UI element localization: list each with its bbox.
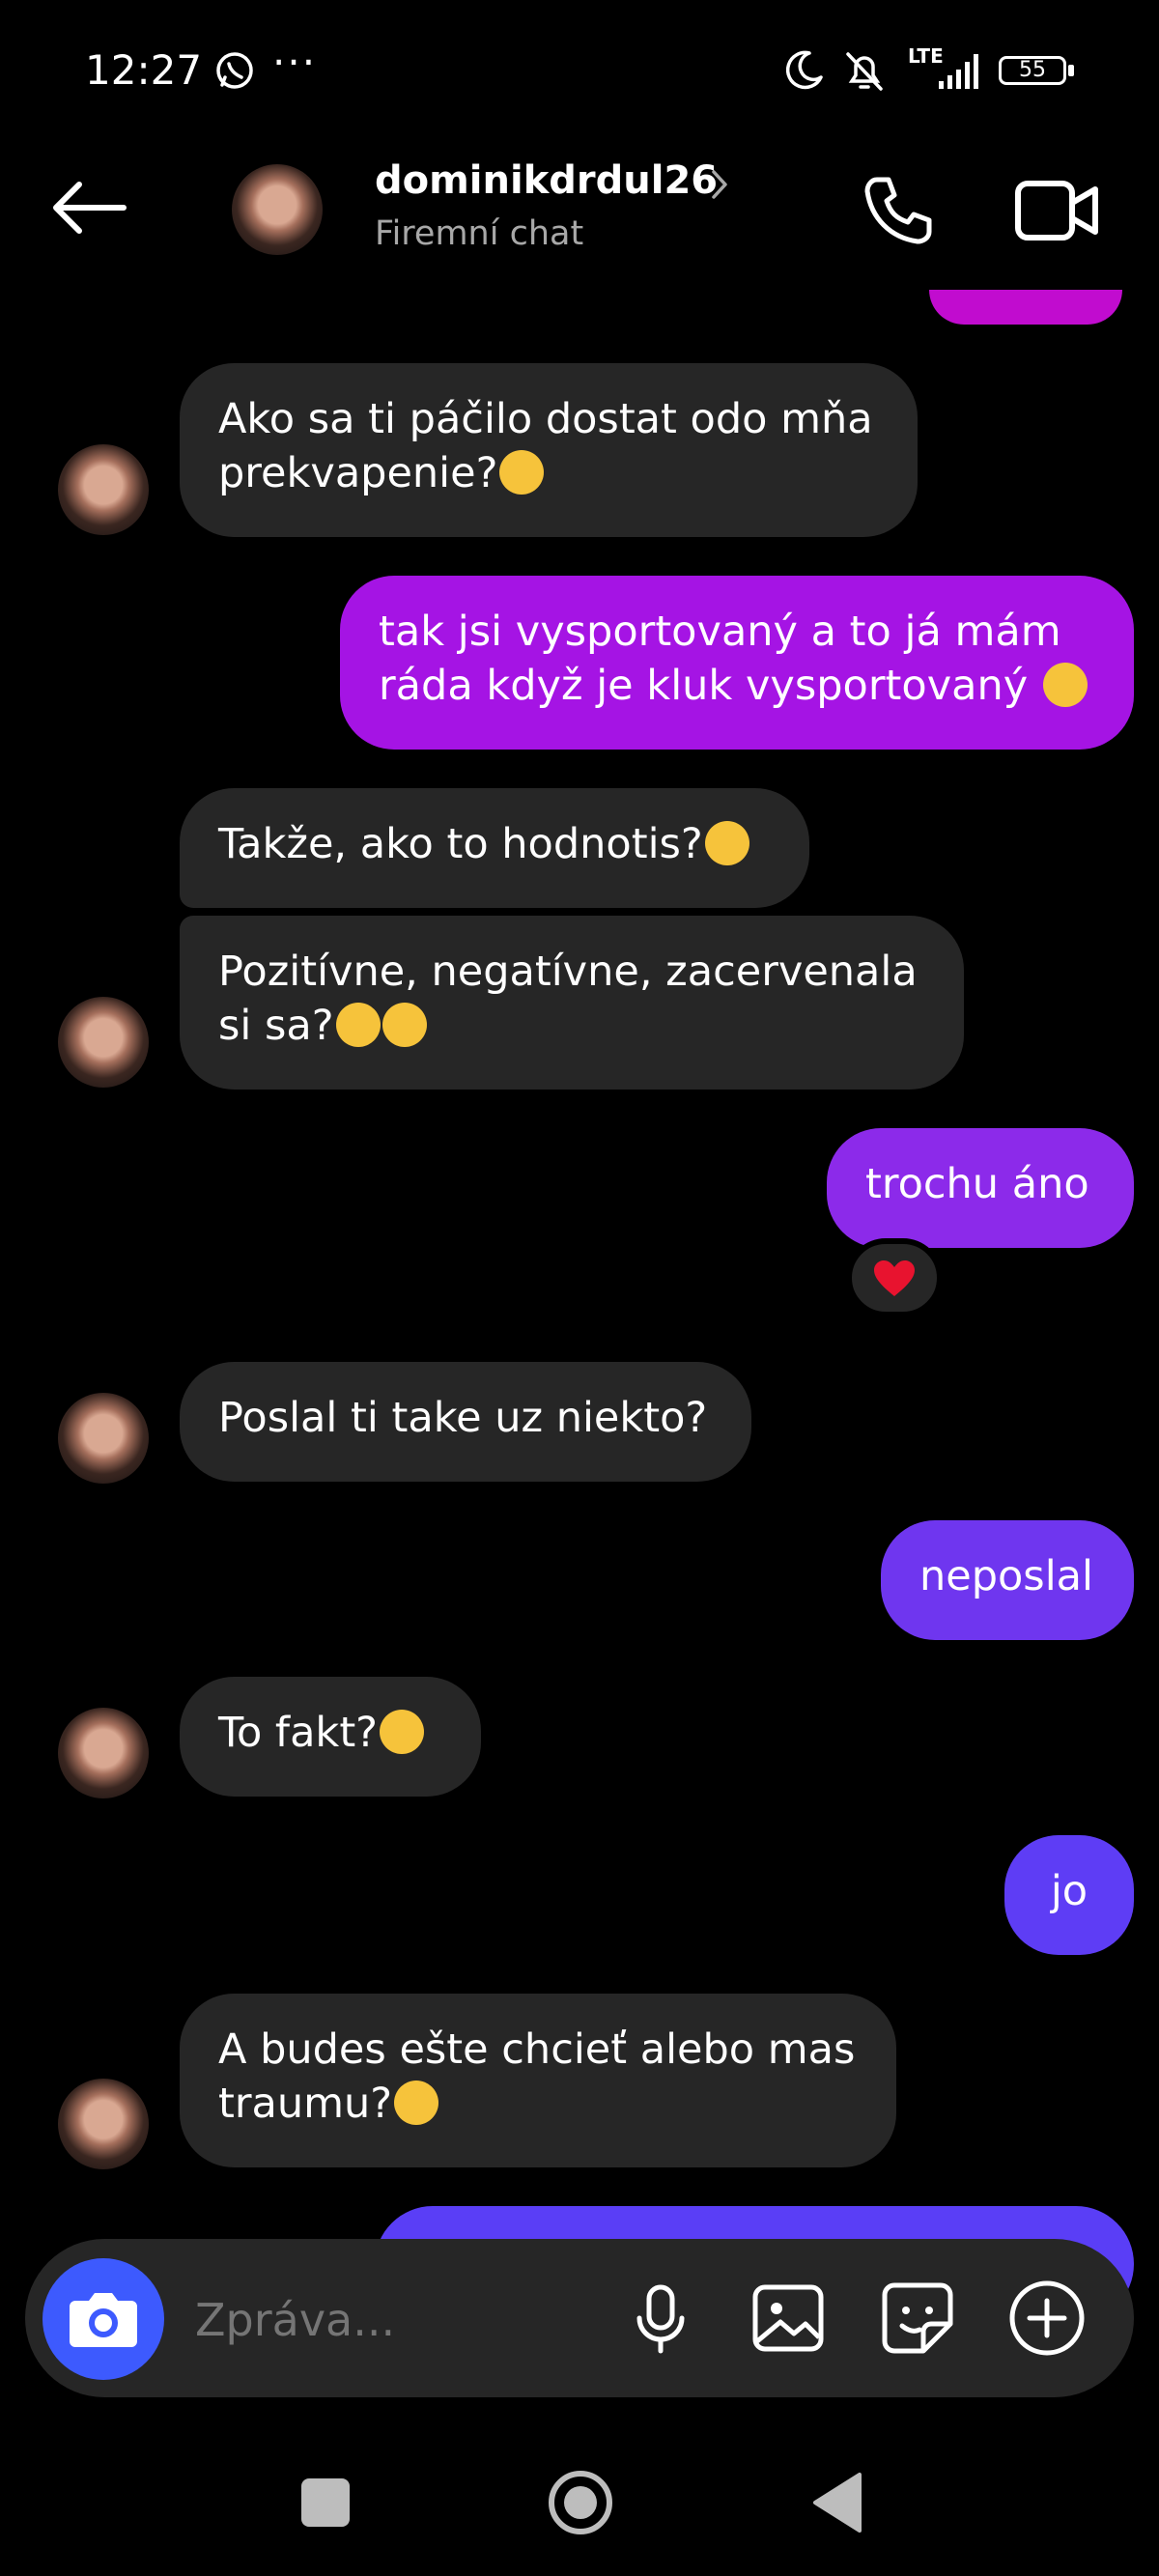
sent-message[interactable]: jo — [1004, 1835, 1134, 1955]
sent-message[interactable]: neposlal — [881, 1520, 1134, 1640]
received-message[interactable]: Pozitívne, negatívne, zacervenala si sa? — [180, 916, 964, 1090]
gallery-icon[interactable] — [748, 2278, 829, 2359]
phone-icon[interactable] — [860, 172, 937, 249]
battery-indicator: 55 — [999, 56, 1076, 89]
sticker-icon[interactable] — [877, 2278, 958, 2359]
message-text: neposlal — [919, 1552, 1093, 1600]
message-input[interactable] — [193, 2285, 603, 2355]
message-text: ráda když je kluk vysportovaný — [379, 662, 1029, 710]
status-more-dots: ··· — [272, 39, 318, 86]
nav-back-button[interactable] — [809, 2469, 867, 2536]
chat-subtitle: Firemní chat — [375, 214, 584, 253]
sender-avatar[interactable] — [58, 444, 149, 535]
message-text: Pozitívne, negatívne, zacervenala — [218, 948, 918, 996]
message-text: Ako sa ti páčilo dostat odo mňa — [218, 395, 873, 443]
received-message[interactable]: Takže, ako to hodnotis? — [180, 788, 809, 908]
emoji-face-peeking — [380, 1710, 425, 1754]
microphone-icon[interactable] — [620, 2278, 701, 2359]
emoji-grin — [704, 821, 749, 865]
message-text: si sa? — [218, 1002, 334, 1050]
emoji-grin — [382, 1003, 427, 1047]
message-text: jo — [1050, 1867, 1088, 1915]
reaction-heart[interactable] — [846, 1238, 943, 1317]
header-avatar[interactable] — [232, 164, 323, 255]
sender-avatar[interactable] — [58, 2079, 149, 2169]
received-message[interactable]: Poslal ti take uz niekto? — [180, 1362, 751, 1482]
received-message[interactable]: A budes ešte chcieť alebo mas traumu? — [180, 1994, 896, 2167]
message-text: Takže, ako to hodnotis? — [218, 820, 703, 868]
video-camera-icon[interactable] — [1014, 178, 1099, 243]
emoji-smile — [335, 1003, 381, 1047]
sender-avatar[interactable] — [58, 1708, 149, 1798]
sent-message-partial — [929, 290, 1122, 325]
add-icon[interactable] — [1006, 2278, 1088, 2359]
received-message[interactable]: To fakt? — [180, 1677, 481, 1797]
moon-icon — [785, 50, 823, 90]
message-text: To fakt? — [218, 1709, 379, 1757]
sender-avatar[interactable] — [58, 1393, 149, 1484]
sent-message[interactable]: trochu áno — [827, 1128, 1134, 1248]
sent-message[interactable]: tak jsi vysportovaný a to já mám ráda kd… — [340, 576, 1134, 750]
received-message[interactable]: Ako sa ti páčilo dostat odo mňa prekvape… — [180, 363, 918, 537]
muted-bell-icon — [846, 52, 883, 91]
home-button[interactable] — [547, 2469, 614, 2536]
message-text: A budes ešte chcieť alebo mas — [218, 2025, 856, 2074]
camera-icon — [70, 2293, 137, 2347]
message-text: prekvapenie? — [218, 449, 498, 497]
emoji-hand-over-mouth — [499, 450, 545, 495]
emoji-tears-of-joy — [394, 2081, 439, 2125]
sender-avatar[interactable] — [58, 997, 149, 1088]
message-text: trochu áno — [865, 1160, 1089, 1208]
back-arrow-icon[interactable] — [50, 179, 127, 237]
heart-icon — [874, 1260, 915, 1296]
battery-level: 55 — [1019, 58, 1046, 82]
chat-username[interactable]: dominikdrdul26 — [375, 158, 718, 203]
chevron-right-icon[interactable] — [709, 168, 730, 201]
message-text: Poslal ti take uz niekto? — [218, 1394, 708, 1442]
emoji-smile — [1042, 663, 1088, 707]
signal-icon — [939, 54, 978, 89]
status-time: 12:27 — [85, 46, 203, 94]
camera-button[interactable] — [42, 2258, 164, 2380]
message-text: traumu? — [218, 2080, 393, 2128]
recents-button[interactable] — [301, 2478, 350, 2527]
whatsapp-icon — [216, 52, 253, 89]
message-text: tak jsi vysportovaný a to já mám — [379, 608, 1061, 656]
